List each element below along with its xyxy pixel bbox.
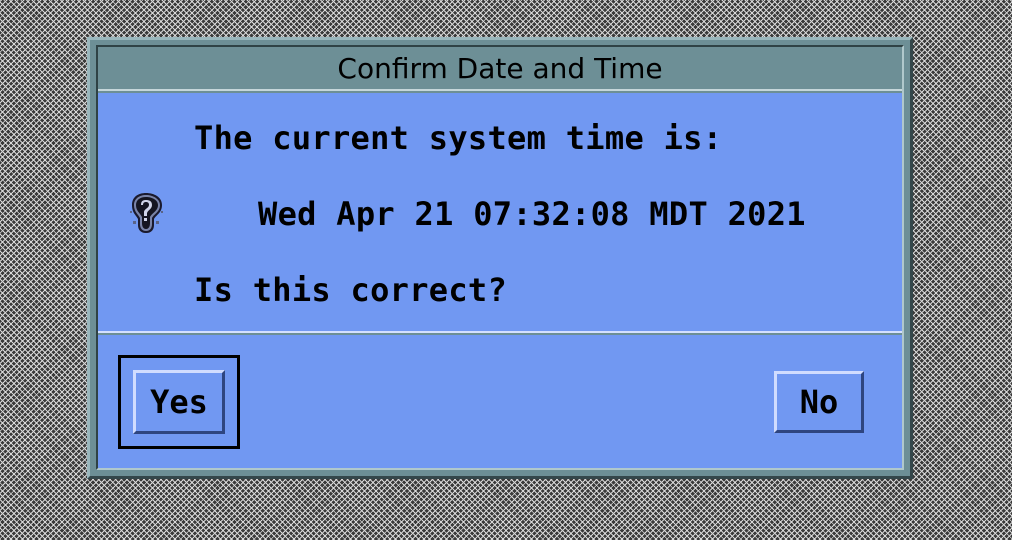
dialog-frame: Confirm Date and Time The current system… bbox=[96, 45, 904, 470]
question-icon bbox=[130, 193, 163, 233]
message-area: The current system time is: Wed Apr 21 0… bbox=[98, 93, 902, 333]
no-button[interactable]: No bbox=[774, 371, 864, 433]
button-area: Yes No bbox=[98, 335, 902, 468]
dialog-title[interactable]: Confirm Date and Time bbox=[98, 47, 902, 91]
message-line-intro: The current system time is: bbox=[194, 119, 723, 157]
message-line-question: Is this correct? bbox=[194, 271, 508, 309]
message-line-datetime: Wed Apr 21 07:32:08 MDT 2021 bbox=[258, 195, 806, 233]
default-button-frame: Yes bbox=[118, 355, 240, 449]
confirm-date-time-dialog: Confirm Date and Time The current system… bbox=[87, 37, 913, 479]
yes-button[interactable]: Yes bbox=[133, 370, 225, 434]
